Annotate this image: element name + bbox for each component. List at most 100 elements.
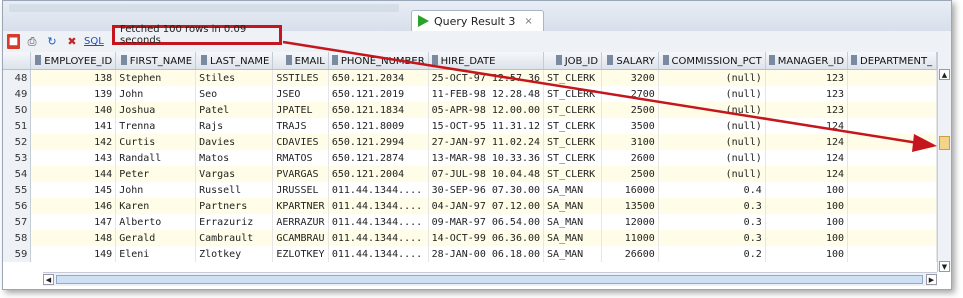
cell-first-name[interactable]: John bbox=[115, 86, 197, 102]
cell-department[interactable] bbox=[847, 214, 937, 230]
cell-last-name[interactable]: Matos bbox=[195, 150, 274, 166]
cell-first-name[interactable]: Joshua bbox=[115, 102, 197, 118]
cell-phone[interactable]: 650.121.2004 bbox=[328, 166, 429, 182]
cell-phone[interactable]: 650.121.2019 bbox=[328, 86, 429, 102]
table-row[interactable]: 53 143 Randall Matos RMATOS 650.121.2874 13-MA… bbox=[3, 150, 937, 166]
cell-phone[interactable]: 650.121.8009 bbox=[328, 118, 429, 134]
cell-department[interactable] bbox=[847, 182, 937, 198]
cell-hire-date[interactable]: 09-MAR-97 06.54.00 bbox=[428, 214, 545, 230]
col-commission-pct[interactable]: COMMISSION_PCT bbox=[658, 52, 766, 70]
cell-job-id[interactable]: ST_CLERK bbox=[543, 102, 603, 118]
cell-first-name[interactable]: Peter bbox=[115, 166, 197, 182]
col-last-name[interactable]: LAST_NAME bbox=[195, 52, 274, 70]
cell-hire-date[interactable]: 25-OCT-97 12.57.36 bbox=[428, 69, 545, 86]
cell-manager-id[interactable]: 123 bbox=[765, 86, 849, 102]
cell-commission[interactable]: (null) bbox=[658, 166, 766, 182]
cell-salary[interactable]: 3200 bbox=[601, 69, 659, 86]
cell-last-name[interactable]: Stiles bbox=[195, 69, 274, 86]
cell-commission[interactable]: (null) bbox=[658, 150, 766, 166]
cell-employee-id[interactable]: 141 bbox=[30, 118, 117, 134]
cell-commission[interactable]: 0.3 bbox=[658, 230, 766, 246]
cell-first-name[interactable]: Alberto bbox=[115, 214, 197, 230]
cell-salary[interactable]: 2600 bbox=[601, 150, 659, 166]
cell-first-name[interactable]: Trenna bbox=[115, 118, 197, 134]
vertical-scroll-thumb[interactable] bbox=[939, 136, 950, 150]
cell-commission[interactable]: (null) bbox=[658, 118, 766, 134]
refresh-icon[interactable]: ↻ bbox=[44, 34, 60, 50]
cell-job-id[interactable]: ST_CLERK bbox=[543, 166, 603, 182]
cell-last-name[interactable]: Davies bbox=[195, 134, 274, 150]
cell-salary[interactable]: 11000 bbox=[601, 230, 659, 246]
col-department[interactable]: DEPARTMENT_ bbox=[847, 52, 937, 70]
cell-email[interactable]: JRUSSEL bbox=[272, 182, 329, 198]
cell-manager-id[interactable]: 123 bbox=[765, 102, 849, 118]
cell-last-name[interactable]: Zlotkey bbox=[195, 246, 274, 262]
cell-job-id[interactable]: ST_CLERK bbox=[543, 86, 603, 102]
cell-job-id[interactable]: ST_CLERK bbox=[543, 69, 603, 86]
cell-hire-date[interactable]: 05-APR-98 12.00.00 bbox=[428, 102, 545, 118]
cell-job-id[interactable]: ST_CLERK bbox=[543, 134, 603, 150]
cell-commission[interactable]: 0.3 bbox=[658, 214, 766, 230]
cell-employee-id[interactable]: 139 bbox=[30, 86, 117, 102]
cell-hire-date[interactable]: 27-JAN-97 11.02.24 bbox=[428, 134, 545, 150]
cell-salary[interactable]: 12000 bbox=[601, 214, 659, 230]
cell-phone[interactable]: 011.44.1344.... bbox=[328, 182, 429, 198]
cell-commission[interactable]: (null) bbox=[658, 102, 766, 118]
cell-employee-id[interactable]: 142 bbox=[30, 134, 117, 150]
cell-hire-date[interactable]: 15-OCT-95 11.31.12 bbox=[428, 118, 545, 134]
scroll-right-icon[interactable]: ▶ bbox=[926, 274, 937, 285]
cell-manager-id[interactable]: 100 bbox=[765, 230, 849, 246]
cell-first-name[interactable]: John bbox=[115, 182, 197, 198]
cell-manager-id[interactable]: 124 bbox=[765, 134, 849, 150]
cell-department[interactable] bbox=[847, 134, 937, 150]
table-row[interactable]: 56 146 Karen Partners KPARTNER 011.44.1344...… bbox=[3, 198, 937, 214]
tab-query-result-3[interactable]: Query Result 3 × bbox=[411, 10, 544, 31]
cell-email[interactable]: AERRAZUR bbox=[272, 214, 329, 230]
table-row[interactable]: 54 144 Peter Vargas PVARGAS 650.121.2004 07-JU… bbox=[3, 166, 937, 182]
col-manager-id[interactable]: MANAGER_ID bbox=[765, 52, 849, 70]
table-row[interactable]: 52 142 Curtis Davies CDAVIES 650.121.2994 27-J… bbox=[3, 134, 937, 150]
cell-first-name[interactable]: Gerald bbox=[115, 230, 197, 246]
cell-commission[interactable]: 0.3 bbox=[658, 198, 766, 214]
cell-email[interactable]: CDAVIES bbox=[272, 134, 329, 150]
cell-email[interactable]: TRAJS bbox=[272, 118, 329, 134]
results-grid[interactable]: EMPLOYEE_ID FIRST_NAME LAST_NAME EMAIL P… bbox=[3, 52, 937, 272]
col-hire-date[interactable]: HIRE_DATE bbox=[428, 52, 545, 70]
cell-hire-date[interactable]: 11-FEB-98 12.28.48 bbox=[428, 86, 545, 102]
horizontal-scroll-thumb[interactable] bbox=[56, 275, 923, 284]
cell-commission[interactable]: 0.4 bbox=[658, 182, 766, 198]
cell-phone[interactable]: 011.44.1344.... bbox=[328, 198, 429, 214]
cell-employee-id[interactable]: 140 bbox=[30, 102, 117, 118]
col-phone-number[interactable]: PHONE_NUMBER bbox=[328, 52, 429, 70]
cell-first-name[interactable]: Stephen bbox=[115, 69, 197, 86]
cell-employee-id[interactable]: 144 bbox=[30, 166, 117, 182]
cell-phone[interactable]: 650.121.2874 bbox=[328, 150, 429, 166]
cell-salary[interactable]: 3100 bbox=[601, 134, 659, 150]
cell-last-name[interactable]: Patel bbox=[195, 102, 274, 118]
table-row[interactable]: 51 141 Trenna Rajs TRAJS 650.121.8009 15-OCT-9… bbox=[3, 118, 937, 134]
cell-department[interactable] bbox=[847, 86, 937, 102]
pin-icon[interactable]: ■ bbox=[7, 34, 20, 49]
cell-commission[interactable]: (null) bbox=[658, 86, 766, 102]
table-row[interactable]: 59 149 Eleni Zlotkey EZLOTKEY 011.44.1344....… bbox=[3, 246, 937, 262]
table-row[interactable]: 55 145 John Russell JRUSSEL 011.44.1344.... 30… bbox=[3, 182, 937, 198]
cell-email[interactable]: JPATEL bbox=[272, 102, 329, 118]
table-row[interactable]: 58 148 Gerald Cambrault GCAMBRAU 011.44.1344.… bbox=[3, 230, 937, 246]
cell-phone[interactable]: 650.121.2034 bbox=[328, 69, 429, 86]
cell-job-id[interactable]: SA_MAN bbox=[543, 198, 603, 214]
cell-employee-id[interactable]: 145 bbox=[30, 182, 117, 198]
cell-last-name[interactable]: Cambrault bbox=[195, 230, 274, 246]
col-job-id[interactable]: JOB_ID bbox=[543, 52, 603, 70]
vertical-scrollbar[interactable]: ▲ ▼ bbox=[937, 52, 951, 272]
cell-employee-id[interactable]: 149 bbox=[30, 246, 117, 262]
cell-first-name[interactable]: Eleni bbox=[115, 246, 197, 262]
cell-manager-id[interactable]: 123 bbox=[765, 69, 849, 86]
cell-employee-id[interactable]: 146 bbox=[30, 198, 117, 214]
cell-phone[interactable]: 650.121.1834 bbox=[328, 102, 429, 118]
table-row[interactable]: 49 139 John Seo JSEO 650.121.2019 11-FEB-98 12… bbox=[3, 86, 937, 102]
cell-email[interactable]: GCAMBRAU bbox=[272, 230, 329, 246]
scroll-left-icon[interactable]: ◀ bbox=[43, 274, 54, 285]
cell-department[interactable] bbox=[847, 69, 937, 86]
cell-first-name[interactable]: Curtis bbox=[115, 134, 197, 150]
cell-email[interactable]: JSEO bbox=[272, 86, 329, 102]
